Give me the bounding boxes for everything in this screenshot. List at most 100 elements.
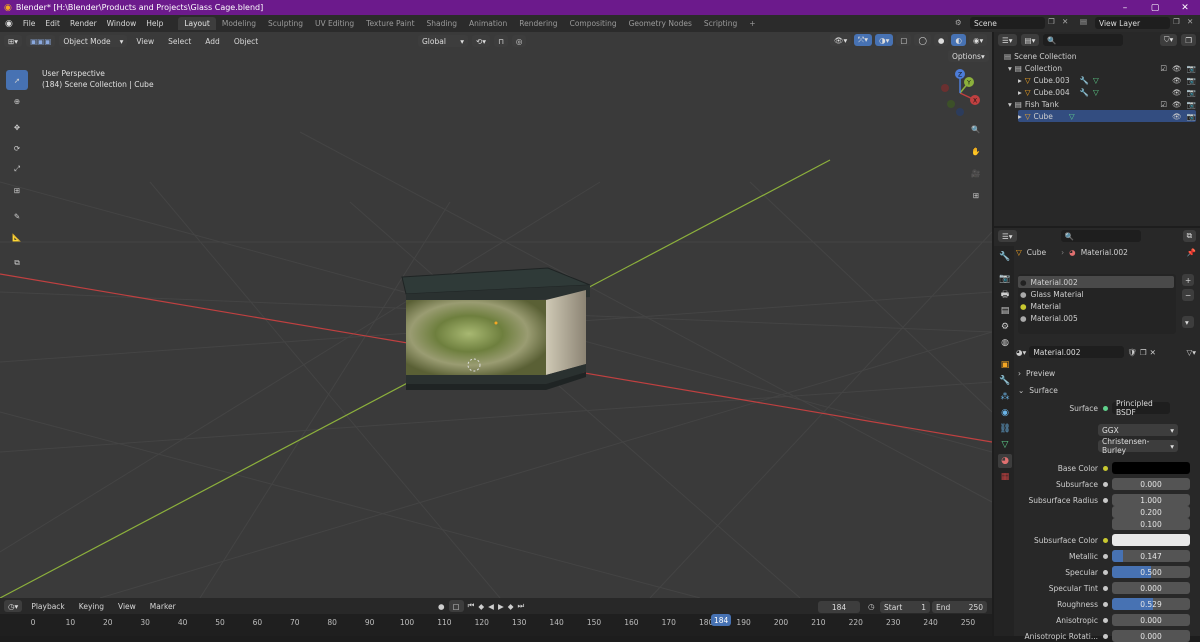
menu-help[interactable]: Help — [141, 19, 168, 28]
checkbox-icon[interactable]: ☑ — [1160, 100, 1167, 109]
minimize-button[interactable]: – — [1110, 0, 1140, 15]
gizmo-toggle-icon[interactable]: ⤱▾ — [854, 34, 873, 46]
transform-tool-icon[interactable]: ⊞ — [6, 180, 28, 200]
filter-icon[interactable]: ⛉▾ — [1159, 34, 1178, 46]
remove-slot-button[interactable]: − — [1182, 289, 1195, 301]
material-tab-icon[interactable]: ◕ — [998, 454, 1012, 468]
visibility-icon[interactable]: 👁▾ — [830, 34, 852, 46]
tab-rendering[interactable]: Rendering — [513, 17, 563, 30]
add-cube-tool-icon[interactable]: ⧉ — [6, 253, 28, 273]
property-value-field[interactable]: 0.147 — [1112, 550, 1190, 562]
color-swatch[interactable] — [1112, 534, 1190, 546]
pan-hand-icon[interactable]: ✋ — [967, 142, 985, 160]
socket-dot-icon[interactable] — [1103, 481, 1108, 487]
tool-tab-icon[interactable]: 🔧 — [998, 250, 1012, 264]
slot-menu-button[interactable]: ▾ — [1182, 316, 1195, 328]
property-value-field[interactable]: 0.529 — [1112, 598, 1190, 610]
eye-icon[interactable]: 👁 — [1172, 100, 1182, 109]
outliner-row-cube-003[interactable]: ▸ ▽ Cube.003 🔧 ▽ 👁 📷 — [1018, 74, 1196, 86]
menu-render[interactable]: Render — [65, 19, 102, 28]
fish-tank-model[interactable] — [401, 267, 591, 390]
viewport-menu-object[interactable]: Object — [229, 37, 263, 46]
playhead[interactable]: 184 — [711, 614, 732, 626]
delete-scene-icon[interactable]: ✕ — [1062, 17, 1068, 26]
outliner-search-input[interactable]: 🔍 — [1043, 34, 1124, 46]
editor-type-button[interactable]: ⊞▾ — [4, 35, 23, 47]
pivot-point-icon[interactable]: ⟲▾ — [472, 35, 491, 47]
camera-icon[interactable]: 📷 — [1187, 112, 1196, 121]
socket-dot-icon[interactable] — [1103, 569, 1108, 575]
world-tab-icon[interactable]: ◍ — [998, 336, 1012, 350]
options-dropdown[interactable]: Options ▾ — [948, 50, 989, 62]
property-value-field[interactable]: 0.100 — [1112, 518, 1190, 530]
select-box-tool-icon[interactable]: ➚ — [6, 70, 28, 90]
eye-icon[interactable]: 👁 — [1172, 88, 1182, 97]
properties-search-input[interactable]: 🔍 — [1060, 230, 1141, 242]
selection-mode-buttons[interactable]: ▣▣▣ — [26, 35, 56, 47]
tab-shading[interactable]: Shading — [421, 17, 463, 30]
menu-file[interactable]: File — [18, 19, 41, 28]
material-name-field[interactable]: Material.002 — [1029, 346, 1125, 358]
socket-dot-icon[interactable] — [1103, 405, 1108, 411]
tab-compositing[interactable]: Compositing — [564, 17, 623, 30]
cursor-tool-icon[interactable]: ⊕ — [6, 91, 28, 111]
property-value-field[interactable]: 1.000 — [1112, 494, 1190, 506]
physics-tab-icon[interactable]: ◉ — [998, 406, 1012, 420]
move-tool-icon[interactable]: ✥ — [6, 117, 28, 137]
tab-sculpting[interactable]: Sculpting — [262, 17, 309, 30]
properties-editor-type-icon[interactable]: ☰▾ — [998, 230, 1017, 242]
browse-material-icon[interactable]: ◕▾ — [1016, 348, 1026, 357]
view-layer-tab-icon[interactable]: ▤ — [998, 304, 1012, 318]
socket-dot-icon[interactable] — [1103, 633, 1108, 639]
tab-geometry-nodes[interactable]: Geometry Nodes — [623, 17, 698, 30]
socket-dot-icon[interactable] — [1103, 617, 1108, 623]
outliner-editor-type-icon[interactable]: ☰▾ — [998, 34, 1017, 46]
shading-solid-icon[interactable]: ● — [933, 34, 949, 46]
display-mode-icon[interactable]: ▤▾ — [1020, 34, 1040, 46]
unlink-material-icon[interactable]: ✕ — [1150, 348, 1156, 357]
snap-icon[interactable]: ⊓ — [494, 35, 508, 47]
constraints-tab-icon[interactable]: ⛓ — [998, 422, 1012, 436]
rotate-tool-icon[interactable]: ⟳ — [6, 138, 28, 158]
socket-dot-icon[interactable] — [1103, 601, 1108, 607]
preview-panel-header[interactable]: › Preview — [1018, 367, 1196, 379]
surface-shader-field[interactable]: Principled BSDF — [1112, 399, 1170, 417]
scale-tool-icon[interactable]: ⤢ — [6, 159, 28, 179]
modifier-tab-icon[interactable]: 🔧 — [998, 374, 1012, 388]
property-value-field[interactable]: 0.500 — [1112, 566, 1190, 578]
property-value-field[interactable]: 0.000 — [1112, 478, 1190, 490]
output-tab-icon[interactable]: 🖶 — [998, 288, 1012, 302]
outliner-row-fish-tank[interactable]: ▾ ▤ Fish Tank ☑ 👁 📷 — [1008, 98, 1196, 110]
view-layer-selector[interactable]: View Layer — [1095, 17, 1170, 29]
annotate-tool-icon[interactable]: ✎ — [6, 206, 28, 226]
overlay-toggle-icon[interactable]: ◑▾ — [875, 34, 894, 46]
property-value-field[interactable]: 0.000 — [1112, 614, 1190, 626]
material-slot-item[interactable]: ● Glass Material — [1018, 288, 1084, 300]
eye-icon[interactable]: 👁 — [1172, 112, 1182, 121]
eye-icon[interactable]: 👁 — [1172, 76, 1182, 85]
distribution-dropdown[interactable]: GGX ▾ — [1098, 424, 1178, 436]
menu-window[interactable]: Window — [102, 19, 142, 28]
socket-dot-icon[interactable] — [1103, 585, 1108, 591]
viewport-menu-select[interactable]: Select — [163, 37, 196, 46]
outliner-row-cube-004[interactable]: ▸ ▽ Cube.004 🔧 ▽ 👁 📷 — [1018, 86, 1196, 98]
camera-view-icon[interactable]: 🎥 — [967, 164, 985, 182]
property-value-field[interactable]: 0.000 — [1112, 582, 1190, 594]
measure-tool-icon[interactable]: 📐 — [6, 227, 28, 247]
particles-tab-icon[interactable]: ⁂ — [998, 390, 1012, 404]
surface-panel-header[interactable]: ⌄ Surface — [1018, 384, 1196, 396]
eye-icon[interactable]: 👁 — [1172, 64, 1182, 73]
add-workspace-button[interactable]: + — [743, 17, 761, 30]
property-value-field[interactable]: 0.000 — [1112, 630, 1190, 642]
data-tab-icon[interactable]: ▽ — [998, 438, 1012, 452]
proportional-edit-icon[interactable]: ◎ — [511, 35, 527, 47]
texture-tab-icon[interactable]: ▦ — [998, 470, 1012, 484]
camera-icon[interactable]: 📷 — [1187, 100, 1196, 109]
socket-dot-icon[interactable] — [1103, 537, 1108, 543]
property-value-field[interactable]: 0.200 — [1112, 506, 1190, 518]
timeline-scrubber[interactable]: 0 10 20 30 40 50 60 70 80 90 100 110 120 130 140 150 160… — [0, 614, 992, 636]
shading-material-icon[interactable]: ◐ — [951, 34, 966, 46]
object-tab-icon[interactable]: ▣ — [998, 358, 1012, 372]
xray-toggle-icon[interactable]: ▢ — [896, 34, 912, 46]
expand-arrow-icon[interactable]: ▾ — [1008, 64, 1012, 73]
